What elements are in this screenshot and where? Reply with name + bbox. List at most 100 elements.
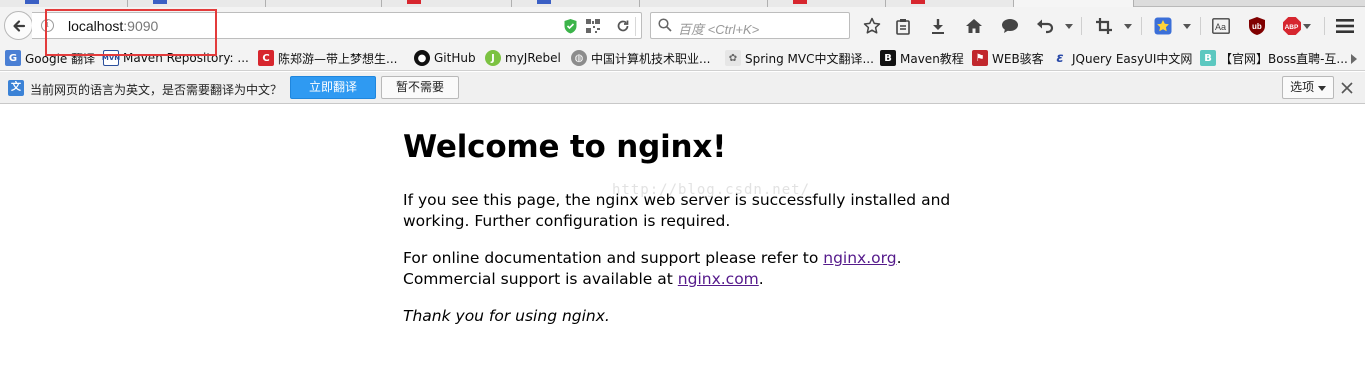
bookmark-item[interactable]: C 陈郑游—带上梦想生... [258, 49, 397, 67]
google-translate-icon: G [5, 50, 21, 66]
commercial-period: . [758, 270, 764, 288]
divider [1200, 17, 1201, 35]
reload-icon[interactable] [615, 18, 631, 34]
options-dropdown-button[interactable]: 选项 [1282, 76, 1334, 99]
github-icon: ● [414, 50, 430, 66]
translate-message: 当前网页的语言为英文，是否需要翻译为中文？ [30, 83, 283, 97]
divider [1081, 17, 1082, 35]
chevron-down-icon [1317, 86, 1326, 91]
chevron-down-icon[interactable] [1121, 15, 1135, 37]
bookmark-item[interactable]: J myJRebel [485, 49, 561, 67]
divider [1324, 17, 1325, 35]
translate-notification-bar: 文 当前网页的语言为英文，是否需要翻译为中文？ 立即翻译 暂不需要 选项 [0, 72, 1365, 104]
chevron-down-icon[interactable] [1180, 15, 1194, 37]
home-icon[interactable] [963, 15, 985, 37]
bookmark-label: GitHub [434, 51, 476, 65]
tab[interactable] [128, 0, 266, 7]
bookmark-label: 陈郑游—带上梦想生... [278, 51, 398, 66]
undo-close-tab-icon[interactable] [1034, 15, 1056, 37]
options-label: 选项 [1290, 80, 1315, 94]
svg-text:ub: ub [1252, 22, 1262, 31]
intro-line: If you see this page, the nginx web serv… [403, 191, 951, 209]
bookmark-item[interactable]: ⚑ WEB骇客 [972, 49, 1044, 67]
close-icon[interactable] [1340, 81, 1354, 95]
bookmark-label: 中国计算机技术职业... [591, 51, 711, 66]
navigation-toolbar: i localhost:9090 百度 <Ctrl+K> Aa ub ABP [0, 7, 1365, 45]
translate-icon: 文 [8, 80, 24, 96]
docs-paragraph: For online documentation and support ple… [403, 248, 902, 290]
bookmark-item[interactable]: B Maven教程 [880, 49, 964, 67]
bookmark-label: Maven Repository: ... [123, 51, 249, 65]
tab[interactable] [0, 0, 128, 7]
bookmark-item[interactable]: ✿ Spring MVC中文翻译... [725, 49, 874, 67]
easyui-icon: ε [1056, 50, 1064, 66]
qr-code-icon[interactable] [585, 18, 601, 34]
svg-text:ABP: ABP [1285, 24, 1299, 31]
search-icon [658, 18, 672, 32]
intro-line: working. Further configuration is requir… [403, 212, 731, 230]
spring-icon: ✿ [725, 50, 741, 66]
chat-bubble-icon[interactable] [999, 15, 1021, 37]
divider [635, 17, 636, 36]
bookmark-item[interactable]: ◍ 中国计算机技术职业... [571, 49, 710, 67]
bookmark-item[interactable]: ε JQuery EasyUI中文网 [1052, 49, 1192, 67]
bookmark-item[interactable]: G Google 翻译 [5, 49, 95, 67]
c-red-icon: C [258, 50, 274, 66]
bookmark-star-icon[interactable] [861, 15, 883, 37]
address-bar[interactable]: i localhost:9090 [32, 12, 642, 39]
ublock-icon[interactable]: ub [1246, 15, 1268, 37]
b-black-icon: B [880, 50, 896, 66]
info-icon[interactable]: i [41, 19, 54, 32]
maven-repo-icon: MVN [102, 50, 120, 66]
reading-list-icon[interactable] [892, 15, 914, 37]
tab[interactable] [266, 0, 382, 7]
bookmark-item[interactable]: ● GitHub [414, 49, 476, 67]
intro-paragraph: If you see this page, the nginx web serv… [403, 190, 950, 232]
back-button[interactable] [4, 11, 33, 40]
favorites-star-icon[interactable] [1152, 15, 1174, 37]
bookmark-item[interactable]: MVN Maven Repository: ... [102, 49, 249, 67]
url-port: :9090 [123, 18, 159, 34]
tab[interactable] [640, 0, 768, 7]
nginx-org-link[interactable]: nginx.org [823, 249, 896, 267]
shield-check-icon[interactable] [562, 18, 578, 34]
translate-now-button[interactable]: 立即翻译 [290, 76, 376, 99]
tab[interactable] [768, 0, 886, 7]
chevron-down-icon[interactable] [1300, 15, 1314, 37]
nginx-com-link[interactable]: nginx.com [678, 270, 759, 288]
bookmark-item[interactable]: B 【官网】Boss直聘-互... [1200, 49, 1348, 67]
screenshot-crop-icon[interactable] [1093, 15, 1115, 37]
jrebel-icon: J [485, 50, 501, 66]
commercial-text: Commercial support is available at [403, 270, 678, 288]
tab[interactable] [886, 0, 1014, 7]
bookmark-label: myJRebel [505, 51, 561, 65]
docs-period: . [896, 249, 902, 267]
not-needed-button[interactable]: 暂不需要 [381, 76, 459, 99]
hamburger-menu-icon[interactable] [1334, 15, 1356, 37]
tab[interactable] [512, 0, 640, 7]
bookmark-label: Google 翻译 [25, 51, 96, 66]
page-title: Welcome to nginx! [403, 129, 727, 165]
globe-icon: ◍ [571, 50, 587, 66]
url-text[interactable]: localhost:9090 [68, 18, 158, 34]
bookmarks-overflow-icon[interactable] [1351, 54, 1357, 64]
bookmark-label: WEB骇客 [992, 51, 1044, 66]
reader-view-icon[interactable]: Aa [1210, 15, 1232, 37]
divider [1141, 17, 1142, 35]
boss-icon: B [1200, 50, 1216, 66]
bookmark-label: JQuery EasyUI中文网 [1072, 51, 1193, 66]
download-icon[interactable] [927, 15, 949, 37]
tab[interactable] [382, 0, 512, 7]
thanks-paragraph: Thank you for using nginx. [403, 307, 610, 325]
chevron-down-icon[interactable] [1062, 15, 1076, 37]
page-viewport: Welcome to nginx! If you see this page, … [0, 105, 1365, 365]
bookmark-label: 【官网】Boss直聘-互... [1220, 51, 1348, 66]
web-hacker-icon: ⚑ [972, 50, 988, 66]
bookmarks-toolbar: G Google 翻译 MVN Maven Repository: ... C … [0, 45, 1365, 71]
bookmark-label: Spring MVC中文翻译... [745, 51, 874, 66]
search-bar[interactable]: 百度 <Ctrl+K> [650, 12, 850, 39]
search-placeholder: 百度 <Ctrl+K> [678, 22, 760, 37]
tab-active[interactable] [1014, 0, 1134, 7]
back-arrow-icon [12, 19, 25, 32]
svg-text:Aa: Aa [1215, 22, 1226, 32]
